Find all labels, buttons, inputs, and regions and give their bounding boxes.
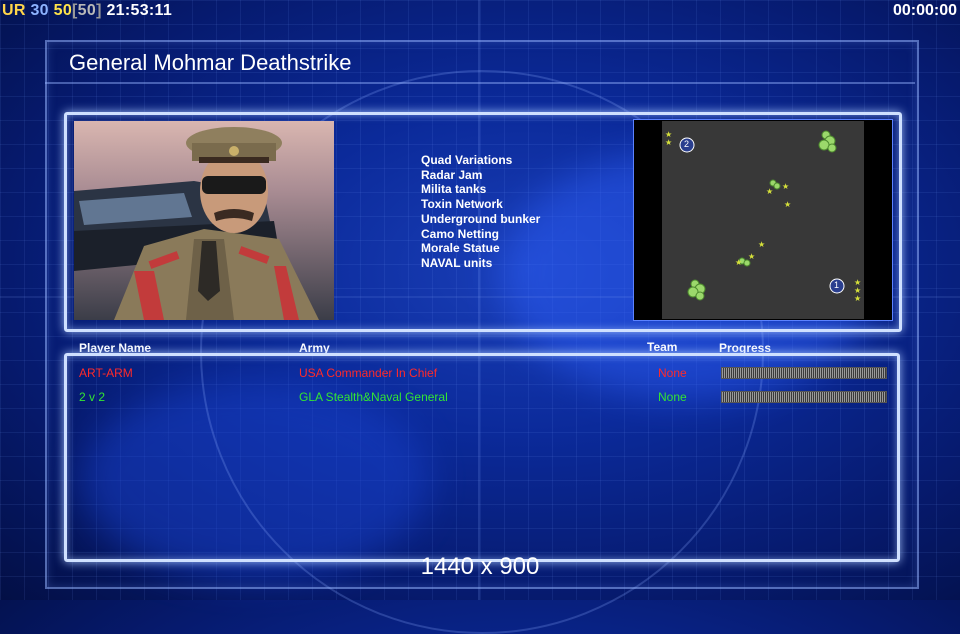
hud-bracket-close: ]: [96, 2, 102, 19]
minimap: ★ ★ ★ ★ ★ ★ ★ ★ ★ ★ ★ 2 1: [633, 119, 893, 321]
feature-item: Toxin Network: [421, 197, 503, 212]
feature-item: Morale Statue: [421, 241, 500, 256]
hud-clock: 21:53:11: [106, 2, 173, 19]
feature-item: Quad Variations: [421, 153, 513, 167]
player-progress-bar: [721, 367, 887, 379]
feature-item: NAVAL units: [421, 255, 493, 270]
feature-item: Milita tanks: [421, 182, 487, 197]
player-name: ART-ARM: [79, 366, 133, 380]
start-position-marker: 1: [834, 280, 840, 290]
hud-timer: 00:00:00: [892, 2, 957, 19]
general-portrait: [74, 121, 334, 320]
hud-value-2: 50: [53, 2, 73, 19]
general-portrait-image: [74, 121, 334, 320]
hud-ur: UR: [2, 2, 26, 19]
player-list-panel: [64, 353, 900, 562]
player-team: None: [658, 366, 687, 380]
player-name: 2 v 2: [79, 390, 106, 404]
hud-value-3: 50: [77, 2, 97, 19]
start-position-marker: 2: [684, 139, 690, 149]
general-features-list: Quad Variations Radar Jam Milita tanks T…: [421, 153, 540, 271]
minimap-start-markers: [679, 137, 845, 294]
feature-item: Camo Netting: [421, 226, 499, 241]
hud-value-1: 30: [30, 2, 49, 19]
column-header-team: Team: [647, 340, 678, 354]
hud-stats: UR 30 50[50] 21:53:11: [2, 2, 172, 20]
feature-item: Underground bunker: [421, 211, 541, 226]
resolution-label: 1440 x 900: [420, 553, 540, 580]
player-team: None: [658, 390, 687, 404]
player-progress-bar: [721, 391, 887, 403]
general-name: General Mohmar Deathstrike: [69, 50, 352, 75]
feature-item: Radar Jam: [421, 167, 483, 182]
player-army: USA Commander In Chief: [299, 366, 438, 380]
player-army: GLA Stealth&Naval General: [299, 390, 448, 404]
